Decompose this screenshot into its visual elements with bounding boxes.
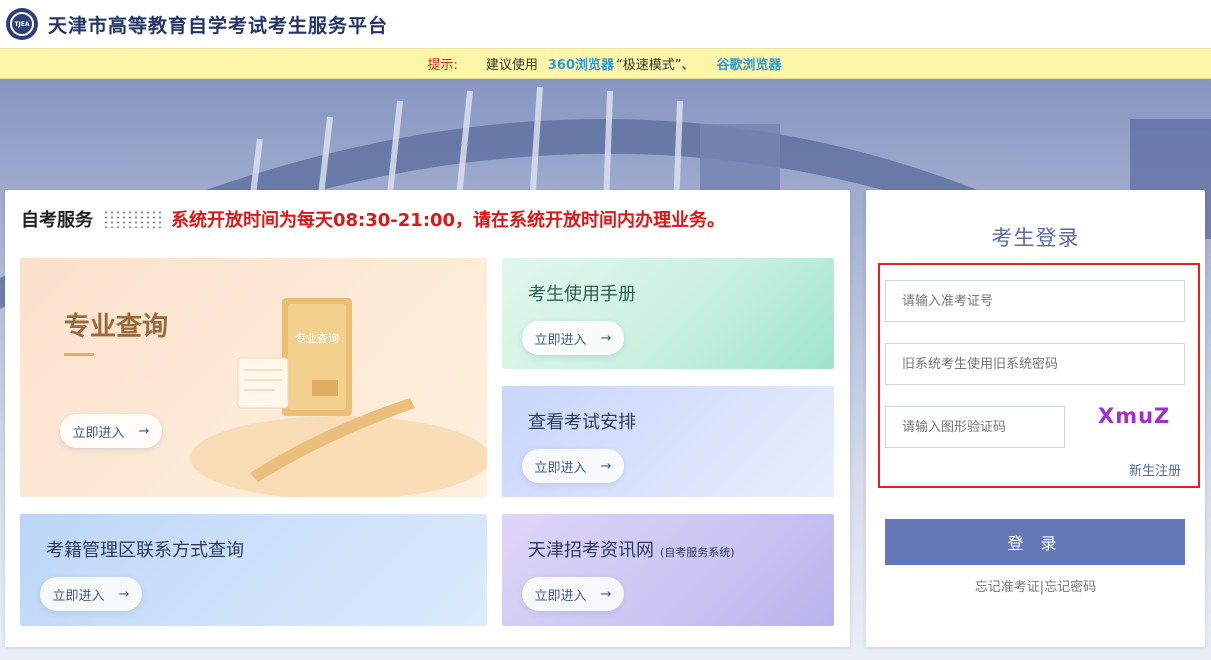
book-label: 专业查询 xyxy=(295,332,339,345)
enter-label: 立即进入 xyxy=(534,588,587,604)
exam-schedule-title: 查看考试安排 xyxy=(528,412,636,433)
dots-decoration xyxy=(103,210,161,228)
forgot-exam-id-link[interactable]: 忘记准考证 xyxy=(975,580,1040,595)
site-logo[interactable]: TJEA xyxy=(6,8,38,40)
card-tianjin-exam-news[interactable]: 天津招考资讯网 (自考服务系统) 立即进入 → xyxy=(502,514,834,626)
login-panel: 考生登录 XmuZ 新生注册 登 录 忘记准考证|忘记密码 xyxy=(866,190,1205,647)
top-header: TJEA 天津市高等教育自学考试考生服务平台 xyxy=(0,0,1211,48)
exam-schedule-enter-button[interactable]: 立即进入 → xyxy=(522,449,624,483)
card-exam-schedule[interactable]: 查看考试安排 立即进入 → xyxy=(502,386,834,497)
registry-contacts-title: 考籍管理区联系方式查询 xyxy=(46,540,244,561)
logo-text: TJEA xyxy=(14,20,30,28)
forgot-password-link[interactable]: 忘记密码 xyxy=(1044,580,1096,595)
tip-360-browser[interactable]: 360浏览器 xyxy=(548,54,614,73)
opening-hours-notice: 系统开放时间为每天08:30-21:00，请在系统开放时间内办理业务。 xyxy=(171,210,726,231)
services-header: 自考服务 系统开放时间为每天08:30-21:00，请在系统开放时间内办理业务。 xyxy=(21,206,725,232)
enter-label: 立即进入 xyxy=(534,460,587,476)
arrow-right-icon: → xyxy=(118,586,130,602)
site-title: 天津市高等教育自学考试考生服务平台 xyxy=(48,14,389,37)
arrow-right-icon: → xyxy=(600,330,612,346)
tip-chrome-browser[interactable]: 谷歌浏览器 xyxy=(717,54,782,73)
title-underline xyxy=(64,353,94,356)
login-button[interactable]: 登 录 xyxy=(885,519,1185,565)
forgot-links: 忘记准考证|忘记密码 xyxy=(866,576,1205,595)
captcha-image[interactable]: XmuZ xyxy=(1098,404,1170,428)
exam-news-title-main: 天津招考资讯网 xyxy=(528,540,654,561)
enter-label: 立即进入 xyxy=(52,588,105,604)
self-study-services-panel: 自考服务 系统开放时间为每天08:30-21:00，请在系统开放时间内办理业务。… xyxy=(5,190,850,647)
arrow-right-icon: → xyxy=(138,423,150,439)
browser-tip-bar: 提示: 建议使用 360浏览器 “极速模式”、 谷歌浏览器 xyxy=(0,48,1211,79)
services-title: 自考服务 xyxy=(21,210,93,231)
tip-mode: “极速模式”、 xyxy=(616,58,695,73)
user-manual-title: 考生使用手册 xyxy=(528,284,636,305)
login-title: 考生登录 xyxy=(991,226,1080,250)
user-manual-enter-button[interactable]: 立即进入 → xyxy=(522,321,624,355)
major-query-title: 专业查询 xyxy=(64,312,169,342)
exam-news-subtitle: (自考服务系统) xyxy=(660,546,735,559)
register-link[interactable]: 新生注册 xyxy=(1129,460,1181,479)
captcha-input[interactable] xyxy=(885,406,1065,448)
password-input[interactable] xyxy=(885,343,1185,385)
exam-id-input[interactable] xyxy=(885,280,1185,322)
logo-emblem: TJEA xyxy=(10,12,34,36)
enter-label: 立即进入 xyxy=(72,425,125,441)
enter-label: 立即进入 xyxy=(534,332,587,348)
exam-news-enter-button[interactable]: 立即进入 → xyxy=(522,577,624,611)
registry-contacts-enter-button[interactable]: 立即进入 → xyxy=(40,577,142,611)
major-query-enter-button[interactable]: 立即进入 → xyxy=(60,414,162,448)
tip-text: 建议使用 xyxy=(485,58,538,73)
card-user-manual[interactable]: 考生使用手册 立即进入 → xyxy=(502,258,834,369)
arrow-right-icon: → xyxy=(600,458,612,474)
arrow-right-icon: → xyxy=(600,586,612,602)
card-major-query[interactable]: 专业查询 专业查询 立即进入 → xyxy=(20,258,487,497)
major-query-illustration xyxy=(190,298,487,497)
exam-news-title: 天津招考资讯网 (自考服务系统) xyxy=(528,536,735,562)
tip-label: 提示: xyxy=(427,58,458,73)
card-registry-contacts[interactable]: 考籍管理区联系方式查询 立即进入 → xyxy=(20,514,487,626)
